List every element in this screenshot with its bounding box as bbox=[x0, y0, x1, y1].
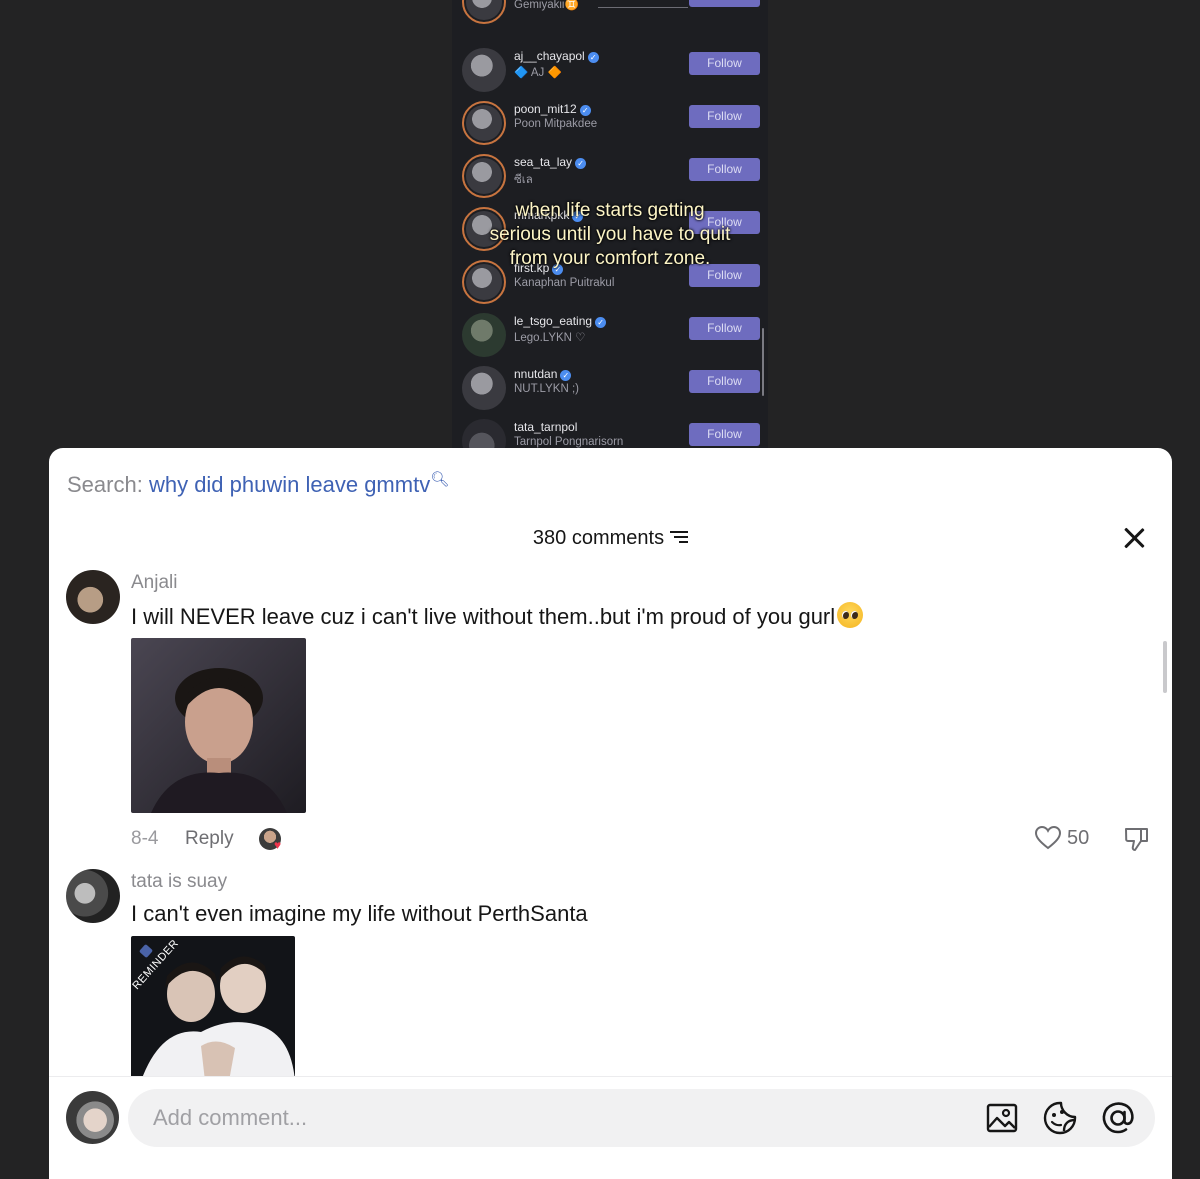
sticker-icon[interactable] bbox=[1042, 1100, 1078, 1136]
image-icon-svg bbox=[986, 1103, 1018, 1133]
verified-icon: ✓ bbox=[595, 317, 607, 328]
account-username: aj__chayapol ✓ bbox=[514, 49, 599, 63]
comment-text: I will NEVER leave cuz i can't live with… bbox=[131, 602, 864, 630]
comment-date: 8-4 bbox=[131, 828, 159, 849]
video-scrollbar bbox=[762, 328, 764, 396]
commenter-avatar[interactable] bbox=[66, 570, 120, 624]
search-icon: 🔍︎ bbox=[430, 471, 450, 488]
follow-button[interactable]: Follow bbox=[689, 105, 760, 128]
following-row: poon_mit12 ✓ Poon Mitpakdee Follow bbox=[452, 95, 768, 148]
like-count: 50 bbox=[1067, 827, 1090, 849]
comment-count: 380 comments bbox=[532, 527, 665, 549]
account-subtitle: NUT.LYKN ;) bbox=[514, 383, 579, 395]
following-row: tata_tarnpol Tarnpol Pongnarisorn Follow bbox=[452, 413, 768, 450]
heart-outline-icon bbox=[1034, 825, 1062, 850]
dislike-button[interactable] bbox=[1124, 826, 1150, 857]
following-row: nnutdan ✓ NUT.LYKN ;) Follow bbox=[452, 360, 768, 413]
verified-icon: ✓ bbox=[587, 52, 599, 63]
comment-author[interactable]: tata is suay bbox=[131, 871, 227, 893]
account-username: sea_ta_lay ✓ bbox=[514, 155, 587, 169]
account-subtitle: Kanaphan Puitrakul bbox=[514, 277, 615, 289]
follow-button[interactable]: Follow bbox=[689, 423, 760, 446]
account-subtitle: 🔷 AJ 🔶 bbox=[514, 67, 562, 79]
image-icon[interactable] bbox=[984, 1100, 1020, 1136]
account-username: nnutdan ✓ bbox=[514, 367, 572, 381]
account-subtitle: Tarnpol Pongnarisorn bbox=[514, 436, 624, 448]
verified-icon: ✓ bbox=[560, 370, 572, 381]
account-username: poon_mit12 ✓ bbox=[514, 102, 591, 116]
account-avatar bbox=[462, 419, 506, 450]
account-avatar bbox=[462, 0, 506, 24]
search-query[interactable]: why did phuwin leave gmmtv bbox=[149, 472, 430, 497]
thumbs-down-icon bbox=[1125, 828, 1148, 851]
verified-icon: ✓ bbox=[575, 158, 587, 169]
account-avatar bbox=[462, 48, 506, 92]
account-subtitle: ซีเล bbox=[514, 174, 533, 186]
account-subtitle: Lego.LYKN ♡ bbox=[514, 332, 586, 344]
comments-scrollbar[interactable] bbox=[1163, 641, 1167, 693]
comment-photo-image bbox=[131, 638, 306, 813]
follow-button[interactable]: Follow bbox=[689, 370, 760, 393]
account-subtitle: Gemiyakii♊ bbox=[514, 0, 579, 11]
close-icon[interactable] bbox=[1122, 526, 1146, 550]
video-caption: when life starts getting serious until y… bbox=[452, 199, 768, 271]
account-avatar bbox=[462, 101, 506, 145]
follow-button[interactable]: Follow bbox=[689, 52, 760, 75]
caption-line: when life starts getting bbox=[515, 200, 705, 221]
sort-filter-icon[interactable] bbox=[670, 530, 689, 544]
following-row: le_tsgo_eating ✓ Lego.LYKN ♡ Follow bbox=[452, 307, 768, 360]
account-subtitle: Poon Mitpakdee bbox=[514, 118, 598, 130]
mention-icon-svg bbox=[1102, 1102, 1134, 1134]
my-avatar bbox=[66, 1091, 119, 1144]
account-avatar bbox=[462, 154, 506, 198]
account-username: tata_tarnpol bbox=[514, 420, 578, 434]
caption-line: from your comfort zone. bbox=[509, 248, 711, 269]
search-prefix: Search: bbox=[67, 472, 143, 497]
following-row: aj__chayapol ✓ 🔷 AJ 🔶 Follow bbox=[452, 42, 768, 95]
account-username: le_tsgo_eating ✓ bbox=[514, 314, 607, 328]
following-row: gemini_nt✓ Gemiyakii♊ Follow bbox=[452, 0, 768, 27]
reply-button[interactable]: Reply bbox=[185, 828, 234, 850]
follow-button[interactable]: Follow bbox=[689, 317, 760, 340]
pleading-face-emoji bbox=[837, 602, 864, 628]
mention-icon[interactable] bbox=[1100, 1100, 1136, 1136]
account-avatar bbox=[462, 313, 506, 357]
commenter-avatar[interactable] bbox=[66, 869, 120, 923]
comment-text: I can't even imagine my life without Per… bbox=[131, 901, 588, 926]
comments-header: 380 comments bbox=[49, 527, 1172, 550]
verified-icon: ✓ bbox=[579, 105, 591, 116]
follow-button[interactable]: Follow bbox=[689, 158, 760, 181]
search-suggestion[interactable]: Search: why did phuwin leave gmmtv🔍︎ bbox=[67, 470, 449, 498]
following-row: sea_ta_lay ✓ ซีเล Follow bbox=[452, 148, 768, 201]
comment-photo-image: REMINDER bbox=[131, 936, 295, 1081]
caption-line: serious until you have to quit bbox=[489, 224, 731, 245]
comment-photo[interactable]: REMINDER bbox=[131, 936, 295, 1081]
follow-button[interactable]: Follow bbox=[689, 0, 760, 7]
comment-photo[interactable] bbox=[131, 638, 306, 813]
sticker-icon-svg bbox=[1043, 1101, 1077, 1135]
heart-icon: ♥ bbox=[274, 838, 282, 852]
like-button[interactable]: 50 bbox=[1034, 825, 1090, 850]
comment-input-bar bbox=[49, 1076, 1172, 1179]
comments-sheet: Search: why did phuwin leave gmmtv🔍︎ 380… bbox=[49, 448, 1172, 1179]
account-avatar bbox=[462, 366, 506, 410]
comment-author[interactable]: Anjali bbox=[131, 572, 177, 594]
